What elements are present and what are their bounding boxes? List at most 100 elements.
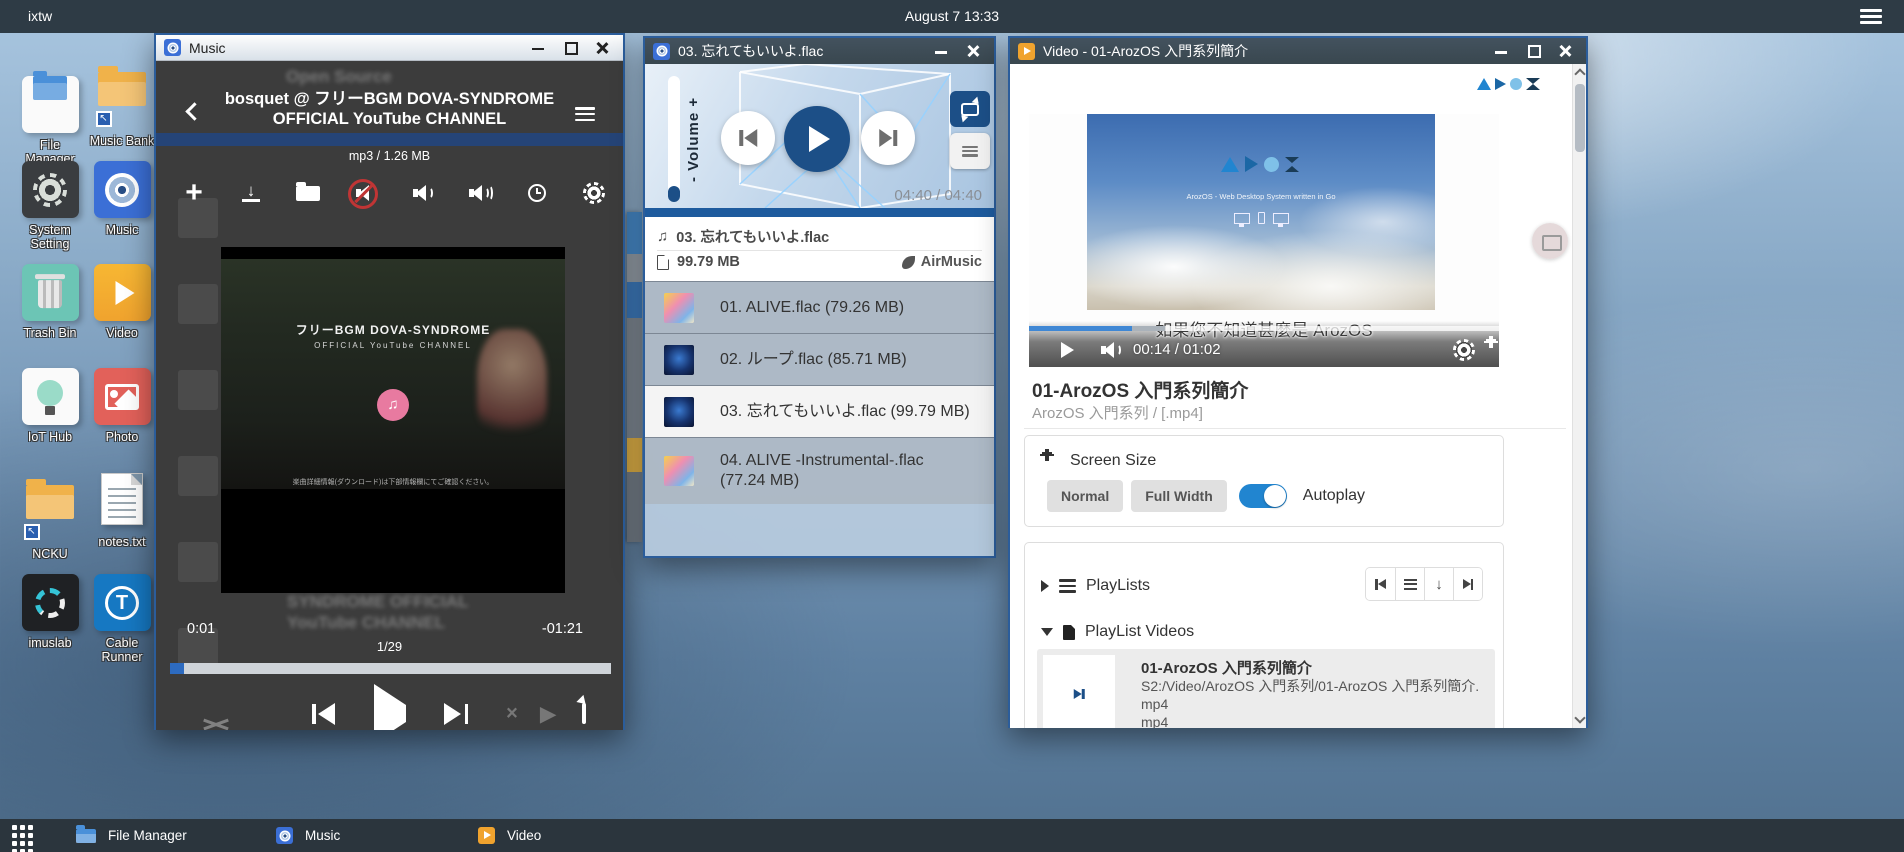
flac-progress-bar[interactable] — [645, 208, 994, 217]
desktop-icon-video[interactable]: Video — [86, 264, 158, 340]
normal-size-button[interactable]: Normal — [1047, 480, 1123, 512]
cable-runner-icon: T — [94, 574, 151, 631]
video-time: 00:14 / 01:02 — [1133, 341, 1221, 358]
leaf-icon — [902, 256, 915, 269]
playlist-videos-section-toggle[interactable]: PlayList Videos — [1041, 623, 1194, 641]
folder-shortcut-icon: ↖ — [94, 72, 151, 129]
track-row[interactable]: 02. ループ.flac (85.71 MB) — [645, 333, 994, 385]
play-pause-button[interactable] — [784, 106, 850, 172]
playlist-list-button[interactable] — [1395, 568, 1424, 600]
airmusic-window-titlebar[interactable]: 03. 忘れてもいいよ.flac — [645, 38, 994, 64]
maximize-button[interactable] — [1520, 42, 1546, 60]
desktop-icon-iot-hub[interactable]: IoT Hub — [14, 368, 86, 444]
volume-button[interactable] — [1101, 342, 1123, 358]
add-button[interactable]: + — [174, 176, 214, 210]
playlist-item-thumbnail — [1043, 655, 1115, 728]
desktop-icon-music[interactable]: Music — [86, 161, 158, 237]
taskbar-item-file-manager[interactable]: File Manager — [66, 819, 197, 852]
taskbar-item-video[interactable]: Video — [468, 819, 551, 852]
video-heading: 01-ArozOS 入門系列簡介 — [1032, 376, 1248, 403]
video-window: Video - 01-ArozOS 入門系列簡介 ArozOS - Web De… — [1008, 36, 1588, 728]
track-row-current[interactable]: 03. 忘れてもいいよ.flac (99.79 MB) — [645, 385, 994, 437]
download-button[interactable]: ↓ — [1424, 568, 1453, 600]
volume-down-button[interactable] — [404, 176, 444, 210]
repeat-button[interactable] — [582, 705, 586, 723]
track-position: 1/29 — [156, 639, 623, 654]
video-controls: 00:14 / 01:02 — [1029, 333, 1499, 367]
video-app-icon — [478, 827, 495, 844]
play-button[interactable] — [1061, 342, 1074, 358]
scrollbar-thumb[interactable] — [1575, 84, 1585, 152]
channel-art: フリーBGM DOVA-SYNDROME OFFICIAL YouTube CH… — [221, 259, 565, 489]
minimize-button[interactable] — [928, 42, 954, 60]
background-list-thumb — [178, 370, 218, 410]
remaining-time: -01:21 — [542, 621, 583, 637]
scroll-up-arrow[interactable] — [1574, 68, 1585, 79]
track-row[interactable]: 04. ALIVE -Instrumental-.flac (77.24 MB) — [645, 437, 994, 504]
top-menu-icon[interactable] — [1860, 9, 1882, 24]
previous-track-button[interactable] — [721, 111, 775, 165]
desktop-icon-system-setting[interactable]: System Setting — [14, 161, 86, 251]
scroll-down-arrow[interactable] — [1574, 712, 1585, 723]
open-folder-button[interactable] — [288, 176, 328, 210]
video-seek-bar[interactable] — [1029, 326, 1499, 331]
next-track-button[interactable] — [861, 111, 915, 165]
folder-icon — [76, 829, 96, 843]
track-row[interactable]: 01. ALIVE.flac (79.26 MB) — [645, 281, 994, 333]
seek-bar[interactable] — [170, 663, 611, 674]
history-button[interactable] — [517, 176, 557, 210]
background-window-sliver — [627, 212, 642, 542]
previous-button[interactable] — [312, 702, 336, 726]
playlist-menu-button[interactable] — [950, 133, 990, 169]
music-window: Music Open Source SYNDROME OFFICIAL YouT… — [154, 33, 625, 730]
desktop-icon-file-manager[interactable]: File Manager — [14, 58, 86, 166]
video-player[interactable]: ArozOS - Web Desktop System written in G… — [1029, 114, 1499, 367]
music-menu-icon[interactable] — [575, 107, 595, 121]
fullscreen-button[interactable] — [1491, 341, 1509, 359]
music-window-titlebar[interactable]: Music — [156, 35, 623, 61]
track-info-panel: ♫ 03. 忘れてもいいよ.flac 99.79 MB AirMusic — [645, 217, 994, 281]
desktop-icon-notes-txt[interactable]: notes.txt — [86, 471, 158, 549]
desktop-icon-imuslab[interactable]: imuslab — [14, 574, 86, 650]
next-button[interactable] — [444, 702, 468, 726]
settings-gear-icon[interactable] — [1453, 339, 1475, 361]
play-button[interactable] — [374, 705, 406, 723]
download-button[interactable]: ↓ — [231, 176, 271, 210]
loop-button[interactable] — [950, 91, 990, 127]
desktop-icon-music-bank[interactable]: ↖ Music Bank — [86, 58, 158, 148]
desktop-icon-cable-runner[interactable]: T Cable Runner — [86, 574, 158, 664]
taskbar: File Manager Music Video — [0, 819, 1904, 852]
background-list-thumb — [178, 542, 218, 582]
minimize-button[interactable] — [1488, 42, 1514, 60]
app-launcher-icon[interactable] — [12, 825, 33, 852]
float-window-button[interactable] — [1532, 223, 1568, 259]
settings-button[interactable] — [574, 176, 614, 210]
video-logo-caption: ArozOS - Web Desktop System written in G… — [1087, 192, 1435, 201]
volume-slider-thumb[interactable] — [668, 186, 680, 202]
album-art — [664, 456, 694, 486]
skip-to-last-button[interactable] — [1453, 568, 1482, 600]
volume-up-button[interactable] — [460, 176, 500, 210]
playlist-video-item[interactable]: 01-ArozOS 入門系列簡介 S2:/Video/ArozOS 入門系列/0… — [1037, 649, 1495, 728]
minimize-button[interactable] — [525, 39, 551, 57]
desktop-icon-trash-bin[interactable]: Trash Bin — [14, 264, 86, 340]
skip-to-first-button[interactable] — [1366, 568, 1395, 600]
device-icons — [1087, 212, 1435, 224]
close-button[interactable] — [960, 42, 986, 60]
video-window-titlebar[interactable]: Video - 01-ArozOS 入門系列簡介 — [1010, 38, 1586, 64]
desktop-icon-photo[interactable]: Photo — [86, 368, 158, 444]
playlists-section-toggle[interactable]: PlayLists — [1041, 577, 1150, 595]
full-width-button[interactable]: Full Width — [1131, 480, 1227, 512]
mute-button[interactable] — [347, 176, 387, 210]
video-preview[interactable]: フリーBGM DOVA-SYNDROME OFFICIAL YouTube CH… — [221, 247, 565, 593]
mute-indicator-icon — [348, 179, 378, 209]
maximize-button[interactable] — [557, 39, 583, 57]
autoplay-toggle[interactable] — [1239, 484, 1287, 508]
window-scrollbar[interactable] — [1572, 64, 1586, 728]
window-title: Music — [189, 40, 226, 56]
taskbar-item-music[interactable]: Music — [266, 819, 350, 852]
close-button[interactable] — [589, 39, 615, 57]
desktop-icon-ncku[interactable]: ↖ NCKU — [14, 471, 86, 561]
volume-slider[interactable] — [668, 76, 680, 202]
close-button[interactable] — [1552, 42, 1578, 60]
